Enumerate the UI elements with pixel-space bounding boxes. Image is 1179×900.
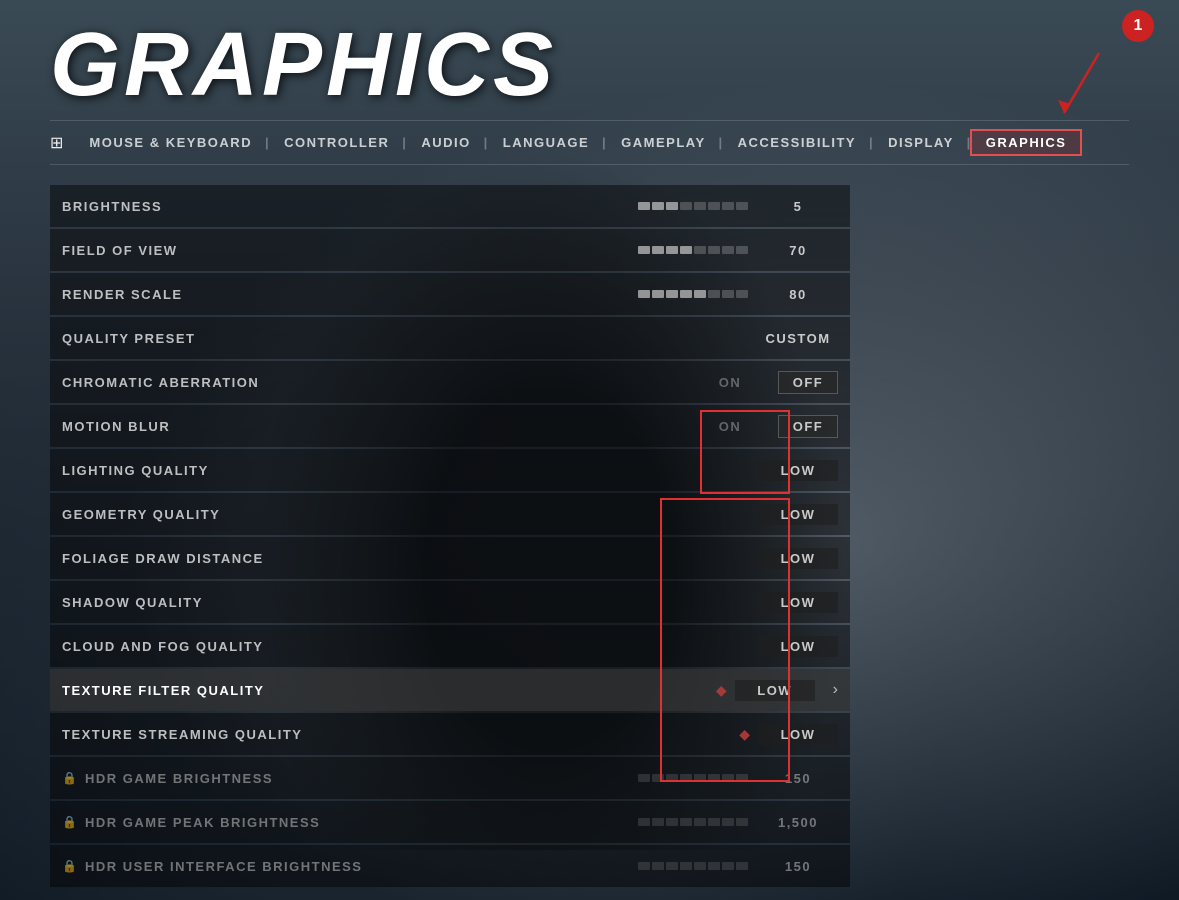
annotation-number: 1 (1122, 10, 1154, 42)
texture-filter-quality-value: LOW (735, 680, 815, 701)
setting-label-fov: FIELD OF VIEW (62, 243, 628, 258)
setting-label-quality-preset: QUALITY PRESET (62, 331, 758, 346)
tab-graphics[interactable]: GRAPHICS (970, 129, 1083, 156)
setting-label-cloud-fog-quality: CLOUD AND FOG QUALITY (62, 639, 758, 654)
setting-lighting-quality[interactable]: LIGHTING QUALITY LOW (50, 449, 850, 491)
setting-render-scale[interactable]: RENDER SCALE 80 (50, 273, 850, 315)
tab-controller[interactable]: CONTROLLER (268, 129, 405, 156)
setting-foliage-draw-distance[interactable]: FOLIAGE DRAW DISTANCE LOW (50, 537, 850, 579)
hdr-peak-value: 1,500 (758, 815, 838, 830)
setting-geometry-quality[interactable]: GEOMETRY QUALITY LOW (50, 493, 850, 535)
setting-quality-preset[interactable]: QUALITY PRESET CUSTOM (50, 317, 850, 359)
header: GRAPHICS ⊞ MOUSE & KEYBOARD CONTROLLER A… (0, 0, 1179, 165)
setting-label-chromatic-aberration: CHROMATIC ABERRATION (62, 375, 690, 390)
brightness-slider[interactable] (638, 202, 748, 210)
render-scale-value: 80 (758, 287, 838, 302)
quality-preset-value: CUSTOM (758, 331, 838, 346)
geometry-quality-value: LOW (758, 504, 838, 525)
motion-blur-on: ON (690, 419, 770, 434)
fov-slider[interactable] (638, 246, 748, 254)
nav-icon: ⊞ (50, 133, 63, 153)
hdr-peak-slider (638, 818, 748, 826)
tab-gameplay[interactable]: GAMEPLAY (605, 129, 721, 156)
setting-hdr-game-brightness: 🔒 HDR GAME BRIGHTNESS 150 (50, 757, 850, 799)
setting-label-geometry-quality: GEOMETRY QUALITY (62, 507, 758, 522)
tab-accessibility[interactable]: ACCESSIBILITY (722, 129, 872, 156)
tab-display[interactable]: DISPLAY (872, 129, 970, 156)
fov-value: 70 (758, 243, 838, 258)
tab-audio[interactable]: AUDIO (405, 129, 486, 156)
setting-label-hdr-brightness: HDR GAME BRIGHTNESS (85, 771, 628, 786)
hdr-ui-value: 150 (758, 859, 838, 874)
lock-icon-hdr-brightness: 🔒 (62, 771, 77, 785)
motion-blur-off[interactable]: OFF (778, 415, 838, 438)
setting-label-shadow-quality: SHADOW QUALITY (62, 595, 758, 610)
cloud-fog-quality-value: LOW (758, 636, 838, 657)
setting-label-texture-filter-quality: TEXTURE FILTER QUALITY (62, 683, 716, 698)
diamond-icon-left: ◆ (716, 682, 727, 699)
lock-icon-hdr-ui: 🔒 (62, 859, 77, 873)
shadow-quality-value: LOW (758, 592, 838, 613)
setting-label-motion-blur: MOTION BLUR (62, 419, 690, 434)
diamond-icon-streaming: ◆ (739, 726, 750, 743)
setting-label-texture-streaming-quality: TEXTURE STREAMING QUALITY (62, 727, 739, 742)
setting-label-render-scale: RENDER SCALE (62, 287, 628, 302)
nav-tabs: ⊞ MOUSE & KEYBOARD CONTROLLER AUDIO LANG… (50, 120, 1129, 165)
lighting-quality-value: LOW (758, 460, 838, 481)
setting-label-hdr-ui-brightness: HDR USER INTERFACE BRIGHTNESS (85, 859, 628, 874)
tab-language[interactable]: LANGUAGE (487, 129, 605, 156)
render-scale-slider[interactable] (638, 290, 748, 298)
setting-label-brightness: BRIGHTNESS (62, 199, 628, 214)
page-title: GRAPHICS (50, 20, 1129, 110)
annotation-arrow (1054, 48, 1114, 128)
setting-label-hdr-peak-brightness: HDR GAME PEAK BRIGHTNESS (85, 815, 628, 830)
setting-shadow-quality[interactable]: SHADOW QUALITY LOW (50, 581, 850, 623)
setting-texture-filter-quality[interactable]: TEXTURE FILTER QUALITY ◆ LOW › (50, 669, 850, 711)
arrow-right-icon: › (833, 681, 838, 699)
chromatic-aberration-off[interactable]: OFF (778, 371, 838, 394)
settings-panel: BRIGHTNESS 5 FIELD OF VIEW (50, 185, 850, 887)
setting-cloud-fog-quality[interactable]: CLOUD AND FOG QUALITY LOW (50, 625, 850, 667)
setting-hdr-peak-brightness: 🔒 HDR GAME PEAK BRIGHTNESS 1,500 (50, 801, 850, 843)
setting-hdr-ui-brightness: 🔒 HDR USER INTERFACE BRIGHTNESS 150 (50, 845, 850, 887)
brightness-value: 5 (758, 199, 838, 214)
setting-label-lighting-quality: LIGHTING QUALITY (62, 463, 758, 478)
setting-fov[interactable]: FIELD OF VIEW 70 (50, 229, 850, 271)
setting-label-foliage-draw-distance: FOLIAGE DRAW DISTANCE (62, 551, 758, 566)
setting-motion-blur[interactable]: MOTION BLUR ON OFF (50, 405, 850, 447)
hdr-brightness-slider (638, 774, 748, 782)
setting-texture-streaming-quality[interactable]: TEXTURE STREAMING QUALITY ◆ LOW (50, 713, 850, 755)
lock-icon-hdr-peak: 🔒 (62, 815, 77, 829)
hdr-brightness-value: 150 (758, 771, 838, 786)
chromatic-aberration-on: ON (690, 375, 770, 390)
tab-mouse-keyboard[interactable]: MOUSE & KEYBOARD (73, 129, 268, 156)
texture-streaming-quality-value: LOW (758, 724, 838, 745)
foliage-draw-distance-value: LOW (758, 548, 838, 569)
setting-brightness[interactable]: BRIGHTNESS 5 (50, 185, 850, 227)
setting-chromatic-aberration[interactable]: CHROMATIC ABERRATION ON OFF (50, 361, 850, 403)
hdr-ui-slider (638, 862, 748, 870)
